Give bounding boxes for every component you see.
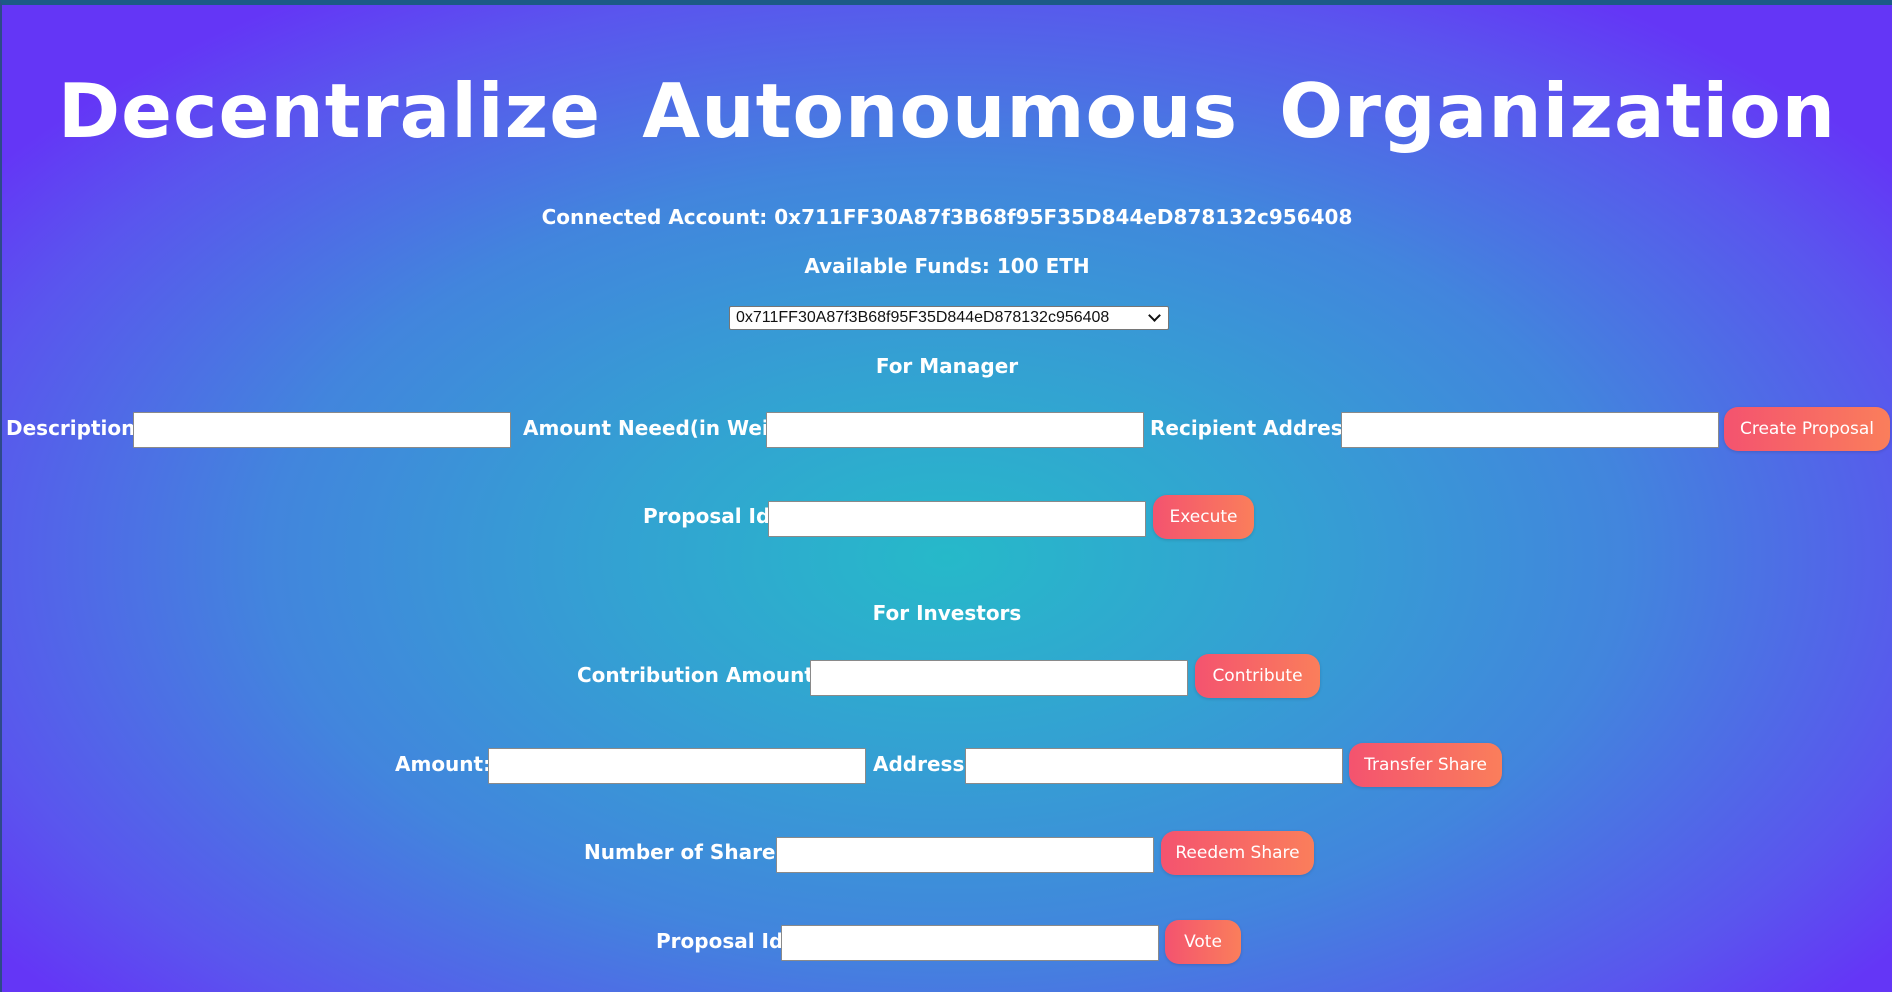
description-label: Description: <box>6 416 144 440</box>
account-select[interactable]: 0x711FF30A87f3B68f95F35D844eD878132c9564… <box>729 306 1169 330</box>
redeem-share-button[interactable]: Reedem Share <box>1161 831 1314 875</box>
vote-button[interactable]: Vote <box>1165 920 1241 964</box>
recipient-address-input[interactable] <box>1341 412 1719 448</box>
connected-account-text: Connected Account: 0x711FF30A87f3B68f95F… <box>541 205 1353 229</box>
contribution-amount-input[interactable] <box>810 660 1188 696</box>
number-of-shares-input[interactable] <box>776 837 1154 873</box>
amount-needed-label: Amount Neeed(in Wei): <box>523 416 786 440</box>
vote-proposal-id-label: Proposal Id: <box>656 929 792 953</box>
investors-heading: For Investors <box>872 601 1022 625</box>
transfer-share-button[interactable]: Transfer Share <box>1349 743 1502 787</box>
contribute-button[interactable]: Contribute <box>1195 654 1320 698</box>
transfer-amount-label: Amount: <box>395 752 492 776</box>
execute-proposal-id-input[interactable] <box>768 501 1146 537</box>
app-background: Decentralize Autonoumous Organization Co… <box>0 0 1892 992</box>
amount-needed-input[interactable] <box>766 412 1144 448</box>
manager-heading: For Manager <box>875 354 1019 378</box>
recipient-address-label: Recipient Address: <box>1150 416 1363 440</box>
transfer-address-input[interactable] <box>965 748 1343 784</box>
contribution-amount-label: Contribution Amount: <box>577 663 822 687</box>
transfer-amount-input[interactable] <box>488 748 866 784</box>
number-of-shares-label: Number of Shares: <box>584 840 796 864</box>
chevron-down-icon <box>1148 309 1161 322</box>
description-input[interactable] <box>133 412 511 448</box>
page-title: Decentralize Autonoumous Organization <box>57 67 1837 155</box>
execute-proposal-id-label: Proposal Id: <box>643 504 779 528</box>
transfer-address-label: Address: <box>873 752 973 776</box>
available-funds-text: Available Funds: 100 ETH <box>804 254 1090 278</box>
create-proposal-button[interactable]: Create Proposal <box>1724 407 1890 451</box>
execute-button[interactable]: Execute <box>1153 495 1254 539</box>
vote-proposal-id-input[interactable] <box>781 925 1159 961</box>
account-select-value: 0x711FF30A87f3B68f95F35D844eD878132c9564… <box>736 309 1110 326</box>
